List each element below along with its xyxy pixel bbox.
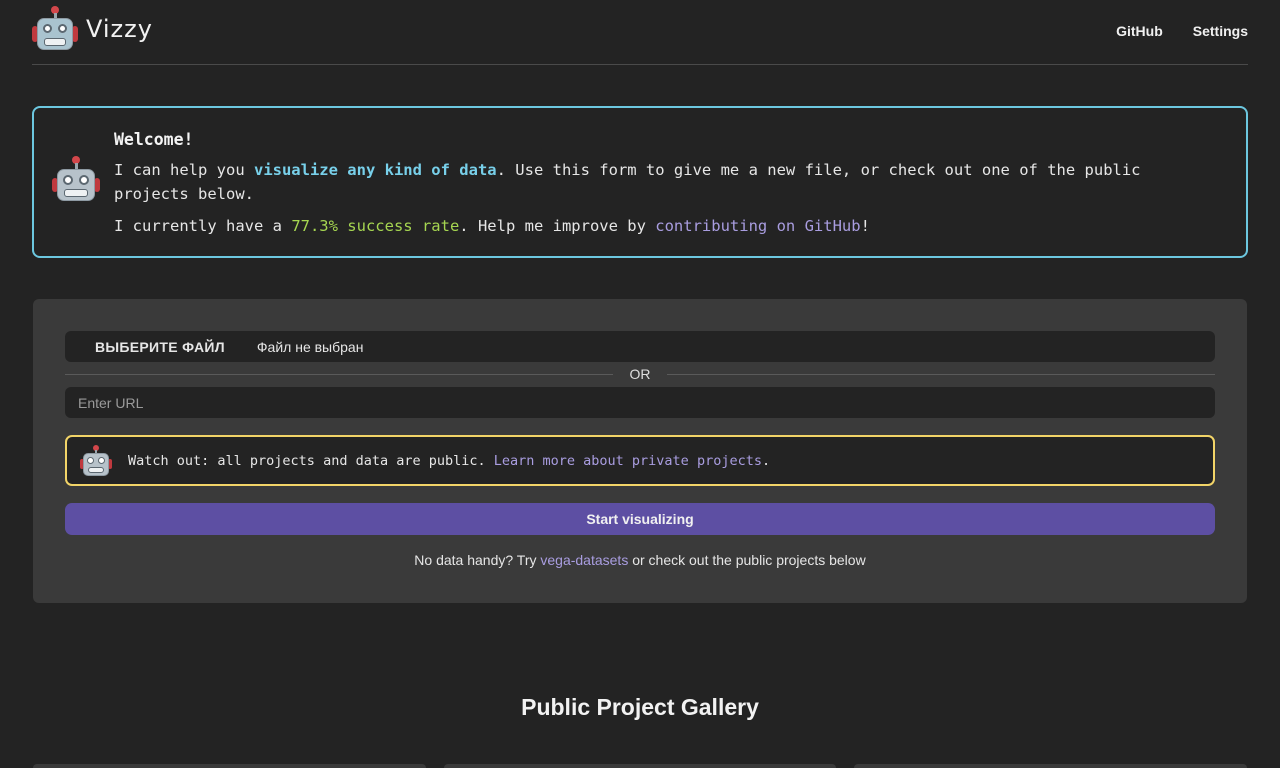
nav-github-link[interactable]: GitHub <box>1116 23 1163 39</box>
vega-datasets-link[interactable]: vega-datasets <box>540 552 628 568</box>
visualize-highlight: visualize any kind of data <box>253 161 497 179</box>
success-rate: 77.3% success rate <box>291 217 460 235</box>
gallery-cards <box>0 764 1280 768</box>
contribute-github-link[interactable]: contributing on GitHub <box>655 217 860 235</box>
gallery-title: Public Project Gallery <box>521 694 759 720</box>
brand-name: Vizzy <box>86 15 153 43</box>
robot-logo-icon <box>32 6 78 52</box>
welcome-content: Welcome! I can help you visualize any ki… <box>114 128 1214 246</box>
gallery-card[interactable] <box>854 764 1247 768</box>
file-status: Файл не выбран <box>256 338 364 355</box>
start-visualizing-button[interactable]: Start visualizing <box>65 503 1215 535</box>
logo[interactable]: Vizzy <box>32 6 153 52</box>
gallery-card[interactable] <box>33 764 426 768</box>
robot-icon <box>80 444 112 477</box>
url-input[interactable] <box>65 387 1215 418</box>
welcome-title: Welcome! <box>114 130 194 149</box>
welcome-banner: Welcome! I can help you visualize any ki… <box>32 106 1248 258</box>
choose-file-button[interactable]: ВЫБЕРИТЕ ФАЙЛ <box>95 339 225 355</box>
warning-text: Watch out: all projects and data are pub… <box>128 452 771 469</box>
nav-settings-link[interactable]: Settings <box>1193 23 1248 39</box>
or-divider: OR <box>65 366 1215 384</box>
welcome-intro: I can help you visualize any kind of dat… <box>114 161 1141 203</box>
top-nav: GitHub Settings <box>1116 23 1248 39</box>
robot-icon <box>52 156 100 204</box>
welcome-stats: I currently have a 77.3% success rate. H… <box>114 217 870 235</box>
header: Vizzy GitHub Settings <box>32 0 1248 65</box>
datasets-hint: No data handy? Try vega-datasets or chec… <box>414 552 866 568</box>
private-projects-link[interactable]: Learn more about private projects <box>494 453 762 469</box>
divider-line <box>667 374 1215 375</box>
public-warning: Watch out: all projects and data are pub… <box>65 435 1215 486</box>
upload-form-card: ВЫБЕРИТЕ ФАЙЛ Файл не выбран OR Watch ou… <box>33 299 1247 603</box>
gallery-card[interactable] <box>444 764 836 768</box>
file-input[interactable]: ВЫБЕРИТЕ ФАЙЛ Файл не выбран <box>65 331 1215 362</box>
